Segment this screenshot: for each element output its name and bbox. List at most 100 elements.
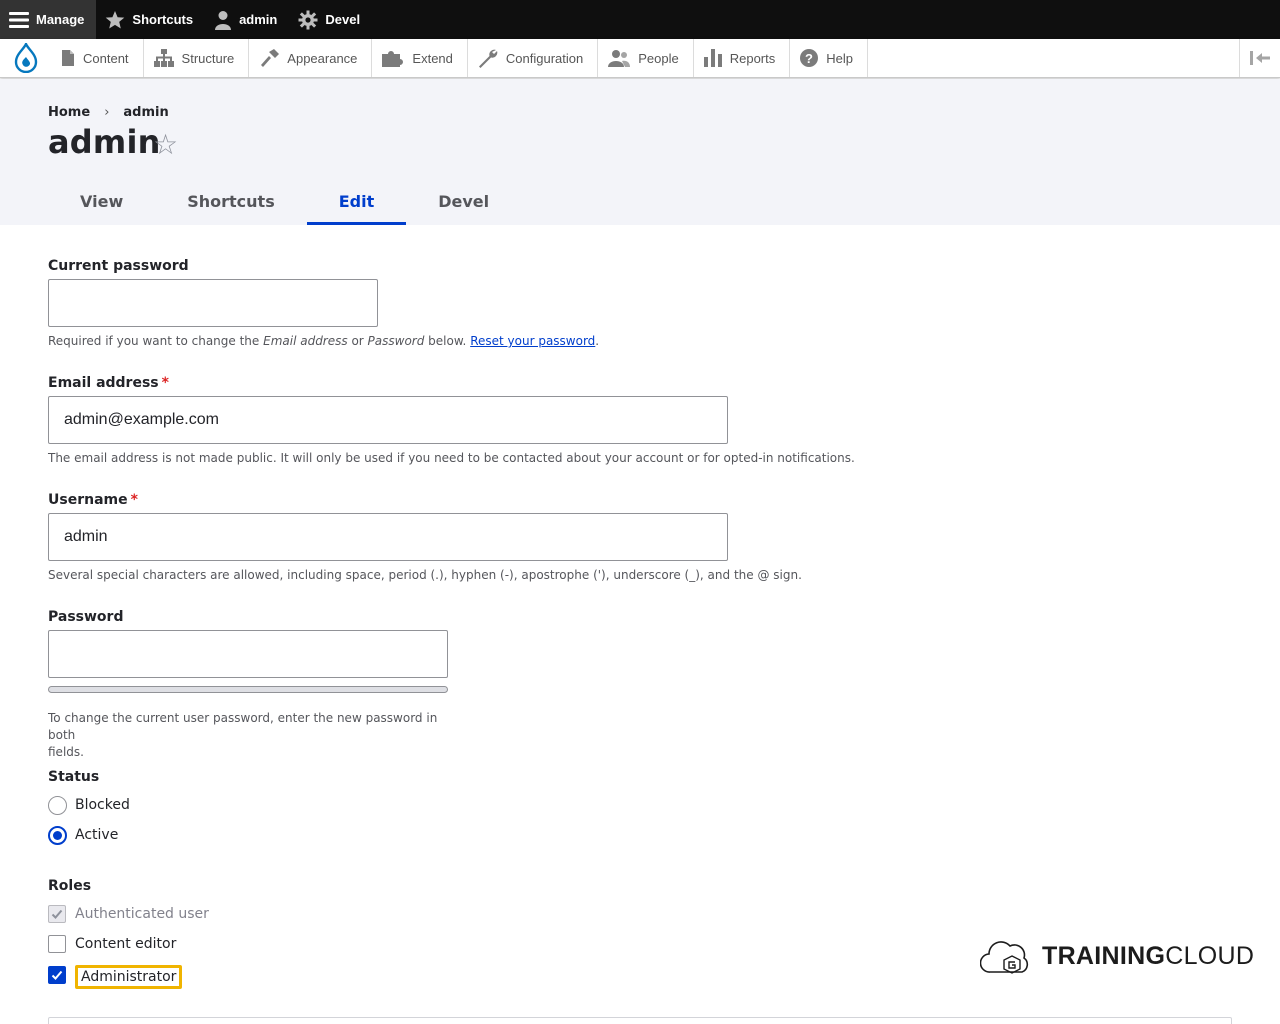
gear-icon: [298, 10, 318, 29]
tray-item-content-label: Content: [83, 50, 129, 66]
tray-item-content[interactable]: Content: [51, 39, 144, 77]
email-required-mark: *: [161, 375, 169, 391]
page-header: Home › admin admin ☆ View Shortcuts Edit…: [0, 79, 1280, 225]
people-icon: [608, 50, 631, 67]
tray-item-people-label: People: [638, 50, 679, 66]
current-password-input[interactable]: [48, 279, 378, 327]
brand-bold: TRAINING: [1042, 941, 1166, 970]
cloud-logo-icon: [980, 941, 1029, 974]
help-icon: ?: [800, 49, 819, 67]
password-desc-line2: fields.: [48, 745, 84, 759]
tray-item-help[interactable]: ? Help: [790, 39, 868, 77]
status-blocked-radio[interactable]: [48, 796, 67, 815]
email-field[interactable]: [48, 396, 728, 444]
menu-icon: [9, 11, 29, 28]
tray-item-appearance-label: Appearance: [287, 50, 358, 66]
user-icon: [215, 10, 232, 30]
username-field[interactable]: [48, 513, 728, 561]
current-password-label: Current password: [48, 258, 189, 274]
current-password-desc-text: Required if you want to change the: [48, 334, 264, 348]
current-password-description: Required if you want to change the Email…: [48, 333, 599, 350]
current-password-desc-or: or: [347, 334, 368, 348]
username-label-text: Username: [48, 492, 128, 508]
current-password-desc-end: .: [595, 334, 600, 348]
tray-item-extend-label: Extend: [412, 50, 453, 66]
paintbrush-icon: [261, 49, 280, 67]
password-strength-bar: [48, 686, 448, 693]
status-label: Status: [48, 769, 100, 785]
add-shortcut-star-icon[interactable]: ☆: [153, 129, 178, 161]
svg-text:?: ?: [805, 51, 813, 66]
tray-item-reports-label: Reports: [729, 50, 776, 66]
admin-toolbar: Manage Shortcuts admin Devel: [0, 0, 1280, 39]
roles-label: Roles: [48, 878, 92, 894]
role-authenticated-checkbox: [48, 905, 66, 923]
tab-shortcuts[interactable]: Shortcuts: [155, 184, 307, 225]
toolbar-devel-label: Devel: [325, 12, 361, 27]
password-description: To change the current user password, ent…: [48, 710, 468, 761]
role-content-editor-checkbox[interactable]: [48, 935, 66, 953]
toolbar-shortcuts[interactable]: Shortcuts: [96, 0, 205, 39]
tab-view[interactable]: View: [48, 184, 155, 225]
tray-item-help-label: Help: [826, 50, 853, 66]
current-password-desc-password: Password: [367, 334, 425, 348]
collapse-left-icon: [1250, 51, 1270, 65]
sitemap-icon: [153, 49, 174, 67]
password-desc-line1: To change the current user password, ent…: [48, 711, 438, 742]
next-section-box: [48, 1017, 1232, 1024]
username-description: Several special characters are allowed, …: [48, 568, 802, 582]
email-description: The email address is not made public. It…: [48, 451, 855, 465]
password-field[interactable]: [48, 630, 448, 678]
toolbar-user-label: admin: [239, 12, 278, 27]
bar-chart-icon: [703, 49, 722, 67]
toolbar-manage[interactable]: Manage: [0, 0, 97, 39]
tray-item-structure-label: Structure: [181, 50, 235, 66]
username-label: Username *: [48, 492, 138, 508]
toolbar-shortcuts-label: Shortcuts: [132, 12, 194, 27]
checkmark-icon: [51, 909, 63, 919]
local-tasks-tabs: View Shortcuts Edit Devel: [48, 184, 521, 225]
drupal-logo[interactable]: [0, 39, 51, 77]
role-authenticated-label: Authenticated user: [75, 906, 209, 922]
role-content-editor-label[interactable]: Content editor: [75, 936, 176, 952]
role-administrator-label[interactable]: Administrator: [75, 965, 183, 989]
breadcrumb: Home › admin: [48, 105, 169, 120]
star-icon: [106, 10, 125, 28]
status-active-radio[interactable]: [48, 826, 67, 845]
status-blocked-label[interactable]: Blocked: [75, 797, 130, 813]
drupal-drop-icon: [14, 43, 37, 73]
password-label: Password: [48, 609, 124, 625]
tray-item-appearance[interactable]: Appearance: [249, 39, 373, 77]
current-password-desc-below: below.: [424, 334, 471, 348]
email-label: Email address *: [48, 375, 169, 391]
reset-password-link[interactable]: Reset your password: [470, 334, 595, 348]
breadcrumb-home[interactable]: Home: [48, 105, 90, 120]
tray-item-people[interactable]: People: [598, 39, 694, 77]
tray-item-structure[interactable]: Structure: [144, 39, 250, 77]
breadcrumb-separator: ›: [104, 105, 110, 120]
current-password-desc-email: Email address: [263, 334, 348, 348]
tray-orientation-toggle[interactable]: [1239, 39, 1280, 77]
tray-item-configuration[interactable]: Configuration: [468, 39, 599, 77]
checkmark-icon: [51, 970, 63, 980]
role-administrator-checkbox[interactable]: [48, 966, 66, 984]
puzzle-icon: [382, 51, 404, 67]
email-label-text: Email address: [48, 375, 159, 391]
breadcrumb-current[interactable]: admin: [123, 105, 168, 120]
wrench-icon: [478, 49, 498, 68]
tab-devel[interactable]: Devel: [406, 184, 521, 225]
tray-item-configuration-label: Configuration: [505, 50, 584, 66]
admin-tray: Content Structure Appearance Extend Conf…: [0, 39, 1280, 78]
tray-item-reports[interactable]: Reports: [694, 39, 791, 77]
toolbar-user[interactable]: admin: [205, 0, 289, 39]
toolbar-manage-label: Manage: [36, 12, 85, 27]
brand-light: CLOUD: [1165, 941, 1255, 970]
toolbar-devel[interactable]: Devel: [289, 0, 372, 39]
username-required-mark: *: [130, 492, 138, 508]
tray-item-extend[interactable]: Extend: [372, 39, 468, 77]
trainingcloud-logo: TRAININGCLOUD: [980, 936, 1254, 976]
trainingcloud-wordmark: TRAININGCLOUD: [1042, 942, 1254, 971]
status-active-label[interactable]: Active: [75, 827, 118, 843]
page-title: admin: [48, 123, 161, 161]
tab-edit[interactable]: Edit: [306, 184, 407, 225]
